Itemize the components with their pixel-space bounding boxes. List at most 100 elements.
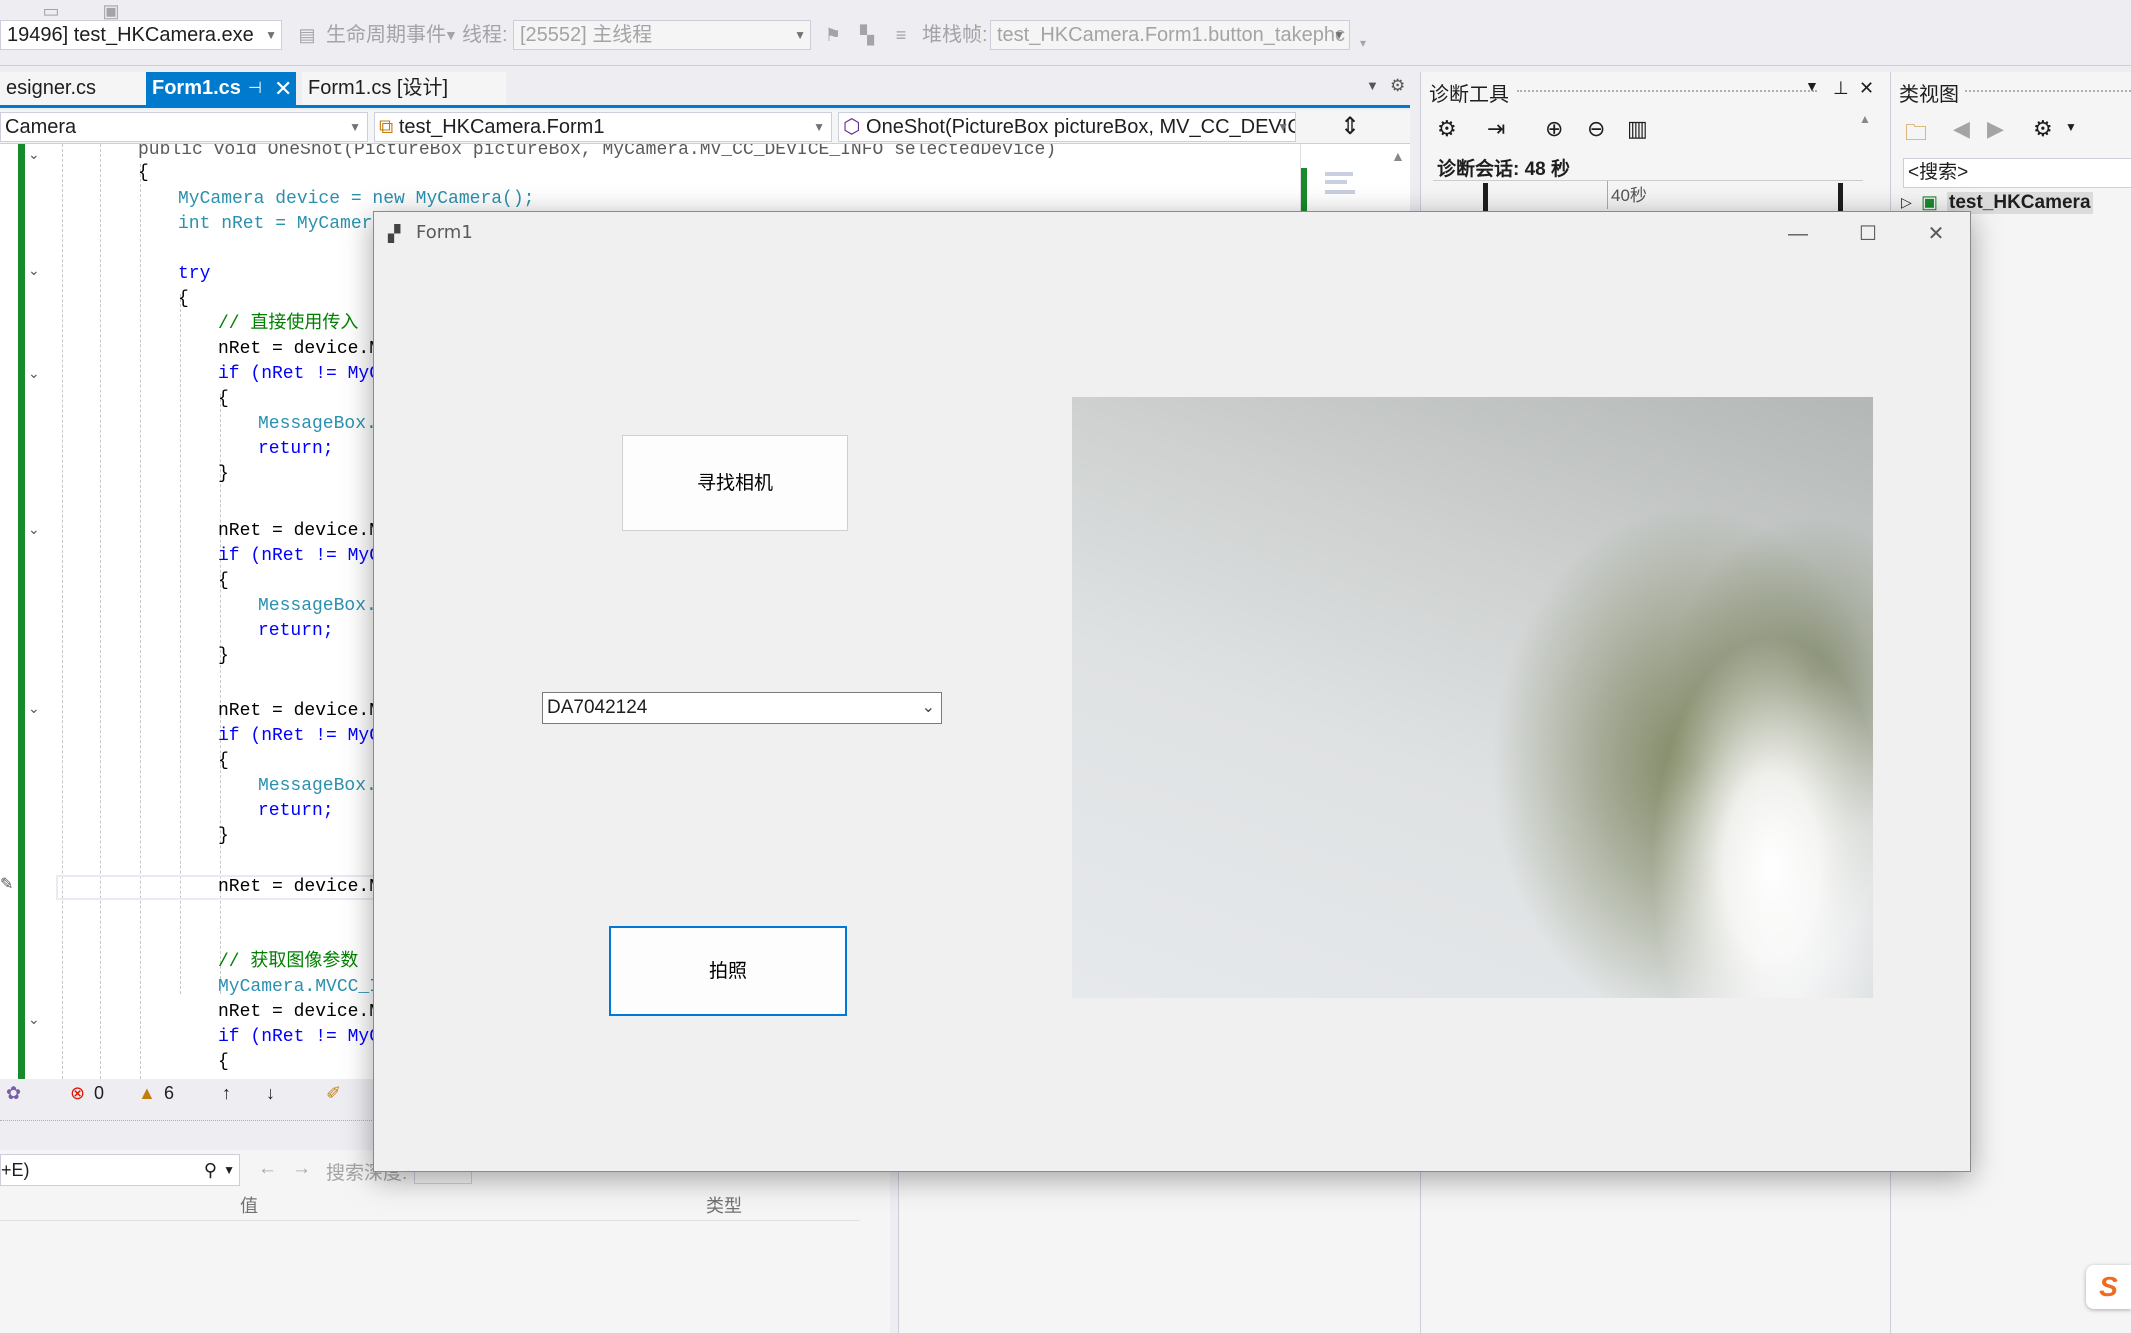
gear-icon[interactable]: ⚙ [1390, 76, 1405, 96]
project-combo[interactable]: Camera ▼ [0, 112, 368, 142]
code-line: } [218, 826, 229, 846]
timeline-tick-label: 40秒 [1611, 186, 1647, 205]
scroll-up-icon[interactable]: ▲ [1391, 148, 1405, 164]
search-input[interactable]: +E) ⚲ ▼ [0, 1154, 240, 1186]
code-line: { [138, 163, 149, 183]
lifecycle-events-icon[interactable]: ▤ [296, 24, 318, 46]
tab-designer-cs[interactable]: esigner.cs [0, 72, 146, 105]
close-button[interactable]: ✕ [1902, 212, 1970, 256]
threads-icon[interactable]: ▚ [856, 24, 878, 46]
fold-icon[interactable]: ⌄ [28, 701, 42, 715]
close-icon[interactable]: ✕ [274, 72, 292, 105]
back-arrow-icon[interactable]: ← [258, 1158, 277, 1180]
fold-icon[interactable]: ⌄ [28, 366, 42, 380]
chevron-down-icon[interactable]: ▼ [1805, 78, 1819, 94]
watch-panel: +E) ⚲ ▼ ← → 搜索深度: 值 类型 [0, 1150, 890, 1333]
flag-icon[interactable]: ⚑ [822, 24, 844, 46]
class-combo[interactable]: ⧉ test_HKCamera.Form1 ▼ [374, 112, 832, 142]
chevron-down-icon[interactable]: ▼ [2065, 120, 2077, 134]
intellicode-icon[interactable]: ✿ [6, 1079, 21, 1107]
split-editor-icon[interactable]: ⇕ [1340, 112, 1360, 141]
tab-label: Form1.cs [152, 77, 241, 99]
zoom-in-icon[interactable]: ⊕ [1545, 116, 1563, 142]
timeline[interactable]: 40秒 [1433, 180, 1863, 211]
chevron-down-icon: ▼ [349, 120, 361, 134]
arrow-up-icon[interactable]: ↑ [222, 1079, 231, 1107]
chart-icon[interactable]: ▥ [1627, 116, 1648, 142]
drag-handle[interactable] [1517, 90, 1817, 92]
camera-select-value: DA7042124 [547, 697, 648, 718]
code-line: if (nRet != MyCa [218, 1027, 391, 1047]
code-line: MyCamera device = new MyCamera(); [178, 189, 535, 209]
fold-icon[interactable]: ⌄ [28, 263, 42, 277]
vs-toolbar: ▭ ▣ 19496] test_HKCamera.exe ▼ ▤ 生命周期事件 ▼… [0, 0, 2131, 66]
member-combo[interactable]: ⬡ OneShot(PictureBox pictureBox, MV_CC_D… [838, 112, 1296, 142]
toolbar-icon[interactable]: ▣ [100, 0, 122, 22]
code-line: { [218, 389, 229, 409]
scroll-up-icon[interactable]: ▲ [1859, 112, 1873, 192]
pin-icon[interactable]: ⊥ [1833, 78, 1849, 99]
take-photo-button[interactable]: 拍照 [609, 926, 847, 1016]
code-line: MessageBox.S [258, 596, 388, 616]
stackframe-combo[interactable]: test_HKCamera.Form1.button_takephc ▼ [990, 20, 1350, 50]
classview-search-input[interactable]: <搜索> [1903, 158, 2131, 188]
maximize-button[interactable]: ☐ [1834, 212, 1902, 256]
code-line: { [218, 1052, 229, 1072]
column-header-value[interactable]: 值 [240, 1192, 258, 1218]
chevron-down-icon[interactable]: ▼ [444, 20, 458, 50]
toolbar-icon[interactable]: ▭ [40, 0, 62, 22]
gear-icon[interactable]: ⚙ [1437, 116, 1457, 142]
chevron-down-icon: ▼ [265, 28, 277, 42]
overflow-icon[interactable]: ▾ [1352, 32, 1374, 54]
timeline-marker[interactable] [1838, 183, 1843, 211]
cleanup-icon[interactable]: ✐ [326, 1079, 341, 1107]
chevron-down-icon[interactable]: ▼ [223, 1155, 235, 1185]
error-count[interactable]: 0 [94, 1079, 104, 1107]
form1-titlebar[interactable]: ▞ Form1 — ☐ ✕ [374, 212, 1970, 256]
timeline-marker[interactable] [1483, 183, 1488, 211]
minimize-button[interactable]: — [1764, 212, 1832, 256]
chevron-down-icon: ⌄ [921, 699, 935, 716]
back-icon[interactable]: ◀ [1953, 116, 1970, 142]
code-line: { [178, 289, 189, 309]
ime-icon[interactable]: S [2086, 1265, 2131, 1309]
chevron-down-icon: ▼ [794, 28, 806, 42]
error-icon[interactable]: ⊗ [70, 1079, 85, 1107]
drag-handle[interactable] [1965, 90, 2131, 92]
code-line: public void OneShot(PictureBox pictureBo… [138, 144, 1057, 160]
chevron-down-icon: ▼ [813, 120, 825, 134]
code-line: } [218, 464, 229, 484]
camera-select[interactable]: DA7042124 ⌄ [542, 692, 942, 724]
fold-icon[interactable]: ⌄ [28, 522, 42, 536]
find-camera-button[interactable]: 寻找相机 [622, 435, 848, 531]
warning-icon[interactable]: ▲ [138, 1079, 156, 1107]
forward-icon[interactable]: ▶ [1987, 116, 2004, 142]
fold-icon[interactable]: ⌄ [28, 1012, 42, 1026]
new-folder-icon[interactable]: 🗀 [1905, 116, 1927, 154]
fold-icon[interactable]: ⌄ [28, 147, 42, 161]
expand-icon[interactable]: ▷ [1901, 194, 1912, 211]
tab-form1-cs[interactable]: Form1.cs ⊣ ✕ [146, 72, 296, 105]
column-header-type[interactable]: 类型 [706, 1192, 742, 1218]
tab-form1-design[interactable]: Form1.cs [设计] [302, 72, 506, 105]
pin-icon[interactable]: ⊣ [248, 72, 262, 105]
edit-marker-icon: ✎ [0, 876, 14, 893]
code-line: // 直接使用传入 [218, 314, 359, 334]
close-icon[interactable]: ✕ [1859, 78, 1874, 99]
lifecycle-events-label[interactable]: 生命周期事件 [326, 20, 446, 50]
process-combo[interactable]: 19496] test_HKCamera.exe ▼ [0, 20, 282, 50]
panel-title: 类视图 [1899, 84, 1959, 106]
gear-icon[interactable]: ⚙ [2033, 116, 2053, 142]
thread-combo[interactable]: [25552] 主线程 ▼ [513, 20, 811, 50]
zoom-out-icon[interactable]: ⊖ [1587, 116, 1605, 142]
stackframe-combo-value: test_HKCamera.Form1.button_takephc [997, 24, 1345, 46]
tab-overflow-icon[interactable]: ▼ [1366, 78, 1379, 93]
forward-arrow-icon[interactable]: → [292, 1158, 311, 1180]
arrow-down-icon[interactable]: ↓ [266, 1079, 275, 1107]
warning-count[interactable]: 6 [164, 1079, 174, 1107]
project-combo-value: Camera [5, 116, 77, 138]
export-icon[interactable]: ⇥ [1487, 116, 1505, 142]
stack-icon[interactable]: ≡ [890, 24, 912, 46]
divider [0, 1220, 860, 1221]
search-icon[interactable]: ⚲ [204, 1155, 217, 1185]
